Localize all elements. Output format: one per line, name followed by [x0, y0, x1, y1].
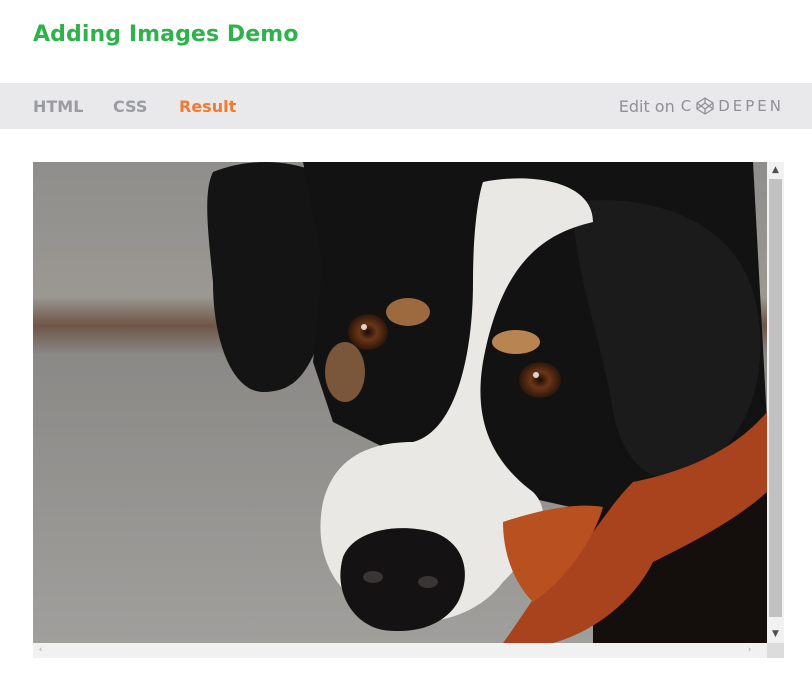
result-frame: ▲ ▼ ‹ ›: [33, 162, 784, 658]
scroll-up-icon[interactable]: ▲: [767, 162, 784, 179]
dog-photo: [33, 162, 767, 643]
tab-css[interactable]: CSS: [113, 98, 147, 115]
horizontal-scrollbar[interactable]: ‹ ›: [33, 643, 767, 658]
tab-html[interactable]: HTML: [33, 98, 83, 115]
edit-on-label: Edit on: [618, 96, 675, 116]
codepen-logo-prefix: C: [680, 97, 695, 115]
tab-result[interactable]: Result: [179, 98, 236, 115]
vertical-scroll-thumb[interactable]: [769, 179, 782, 617]
codepen-icon: [695, 96, 715, 116]
page-title: Adding Images Demo: [33, 22, 299, 47]
scrollbar-corner: [767, 643, 784, 658]
edit-on-codepen-link[interactable]: Edit on C DEPEN: [619, 96, 784, 116]
codepen-logo-suffix: DEPEN: [718, 97, 784, 115]
codepen-logo: C DEPEN: [681, 96, 784, 116]
vertical-scrollbar[interactable]: ▲ ▼: [767, 162, 784, 643]
scroll-down-icon[interactable]: ▼: [767, 626, 784, 643]
scroll-right-icon[interactable]: ›: [742, 643, 757, 658]
scroll-left-icon[interactable]: ‹: [33, 643, 48, 658]
tab-bar: HTML CSS Result Edit on C DEPEN: [0, 83, 812, 129]
